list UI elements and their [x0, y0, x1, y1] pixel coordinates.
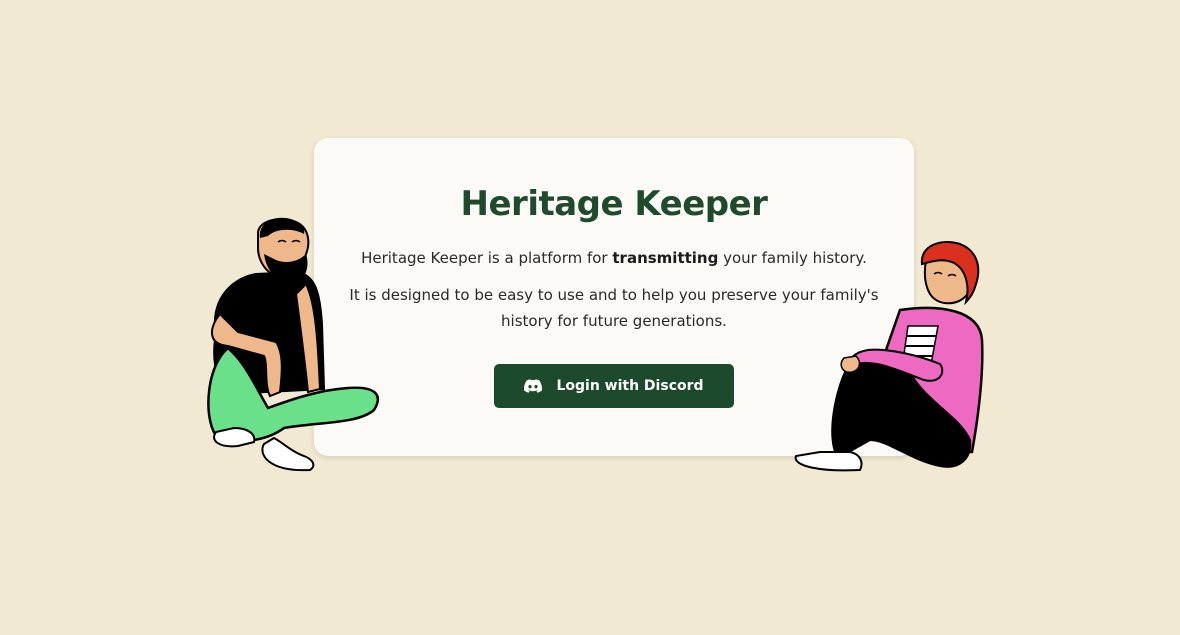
login-button-label: Login with Discord: [556, 378, 704, 394]
woman-sitting-illustration: [794, 241, 984, 472]
page-title: Heritage Keeper: [460, 184, 768, 224]
login-with-discord-button[interactable]: Login with Discord: [494, 364, 734, 408]
intro-prefix: Heritage Keeper is a platform for: [361, 249, 613, 267]
man-sitting-illustration: [207, 217, 380, 472]
discord-icon: [524, 379, 543, 393]
login-page: Heritage Keeper Heritage Keeper is a pla…: [0, 0, 1180, 635]
intro-bold: transmitting: [612, 249, 719, 267]
